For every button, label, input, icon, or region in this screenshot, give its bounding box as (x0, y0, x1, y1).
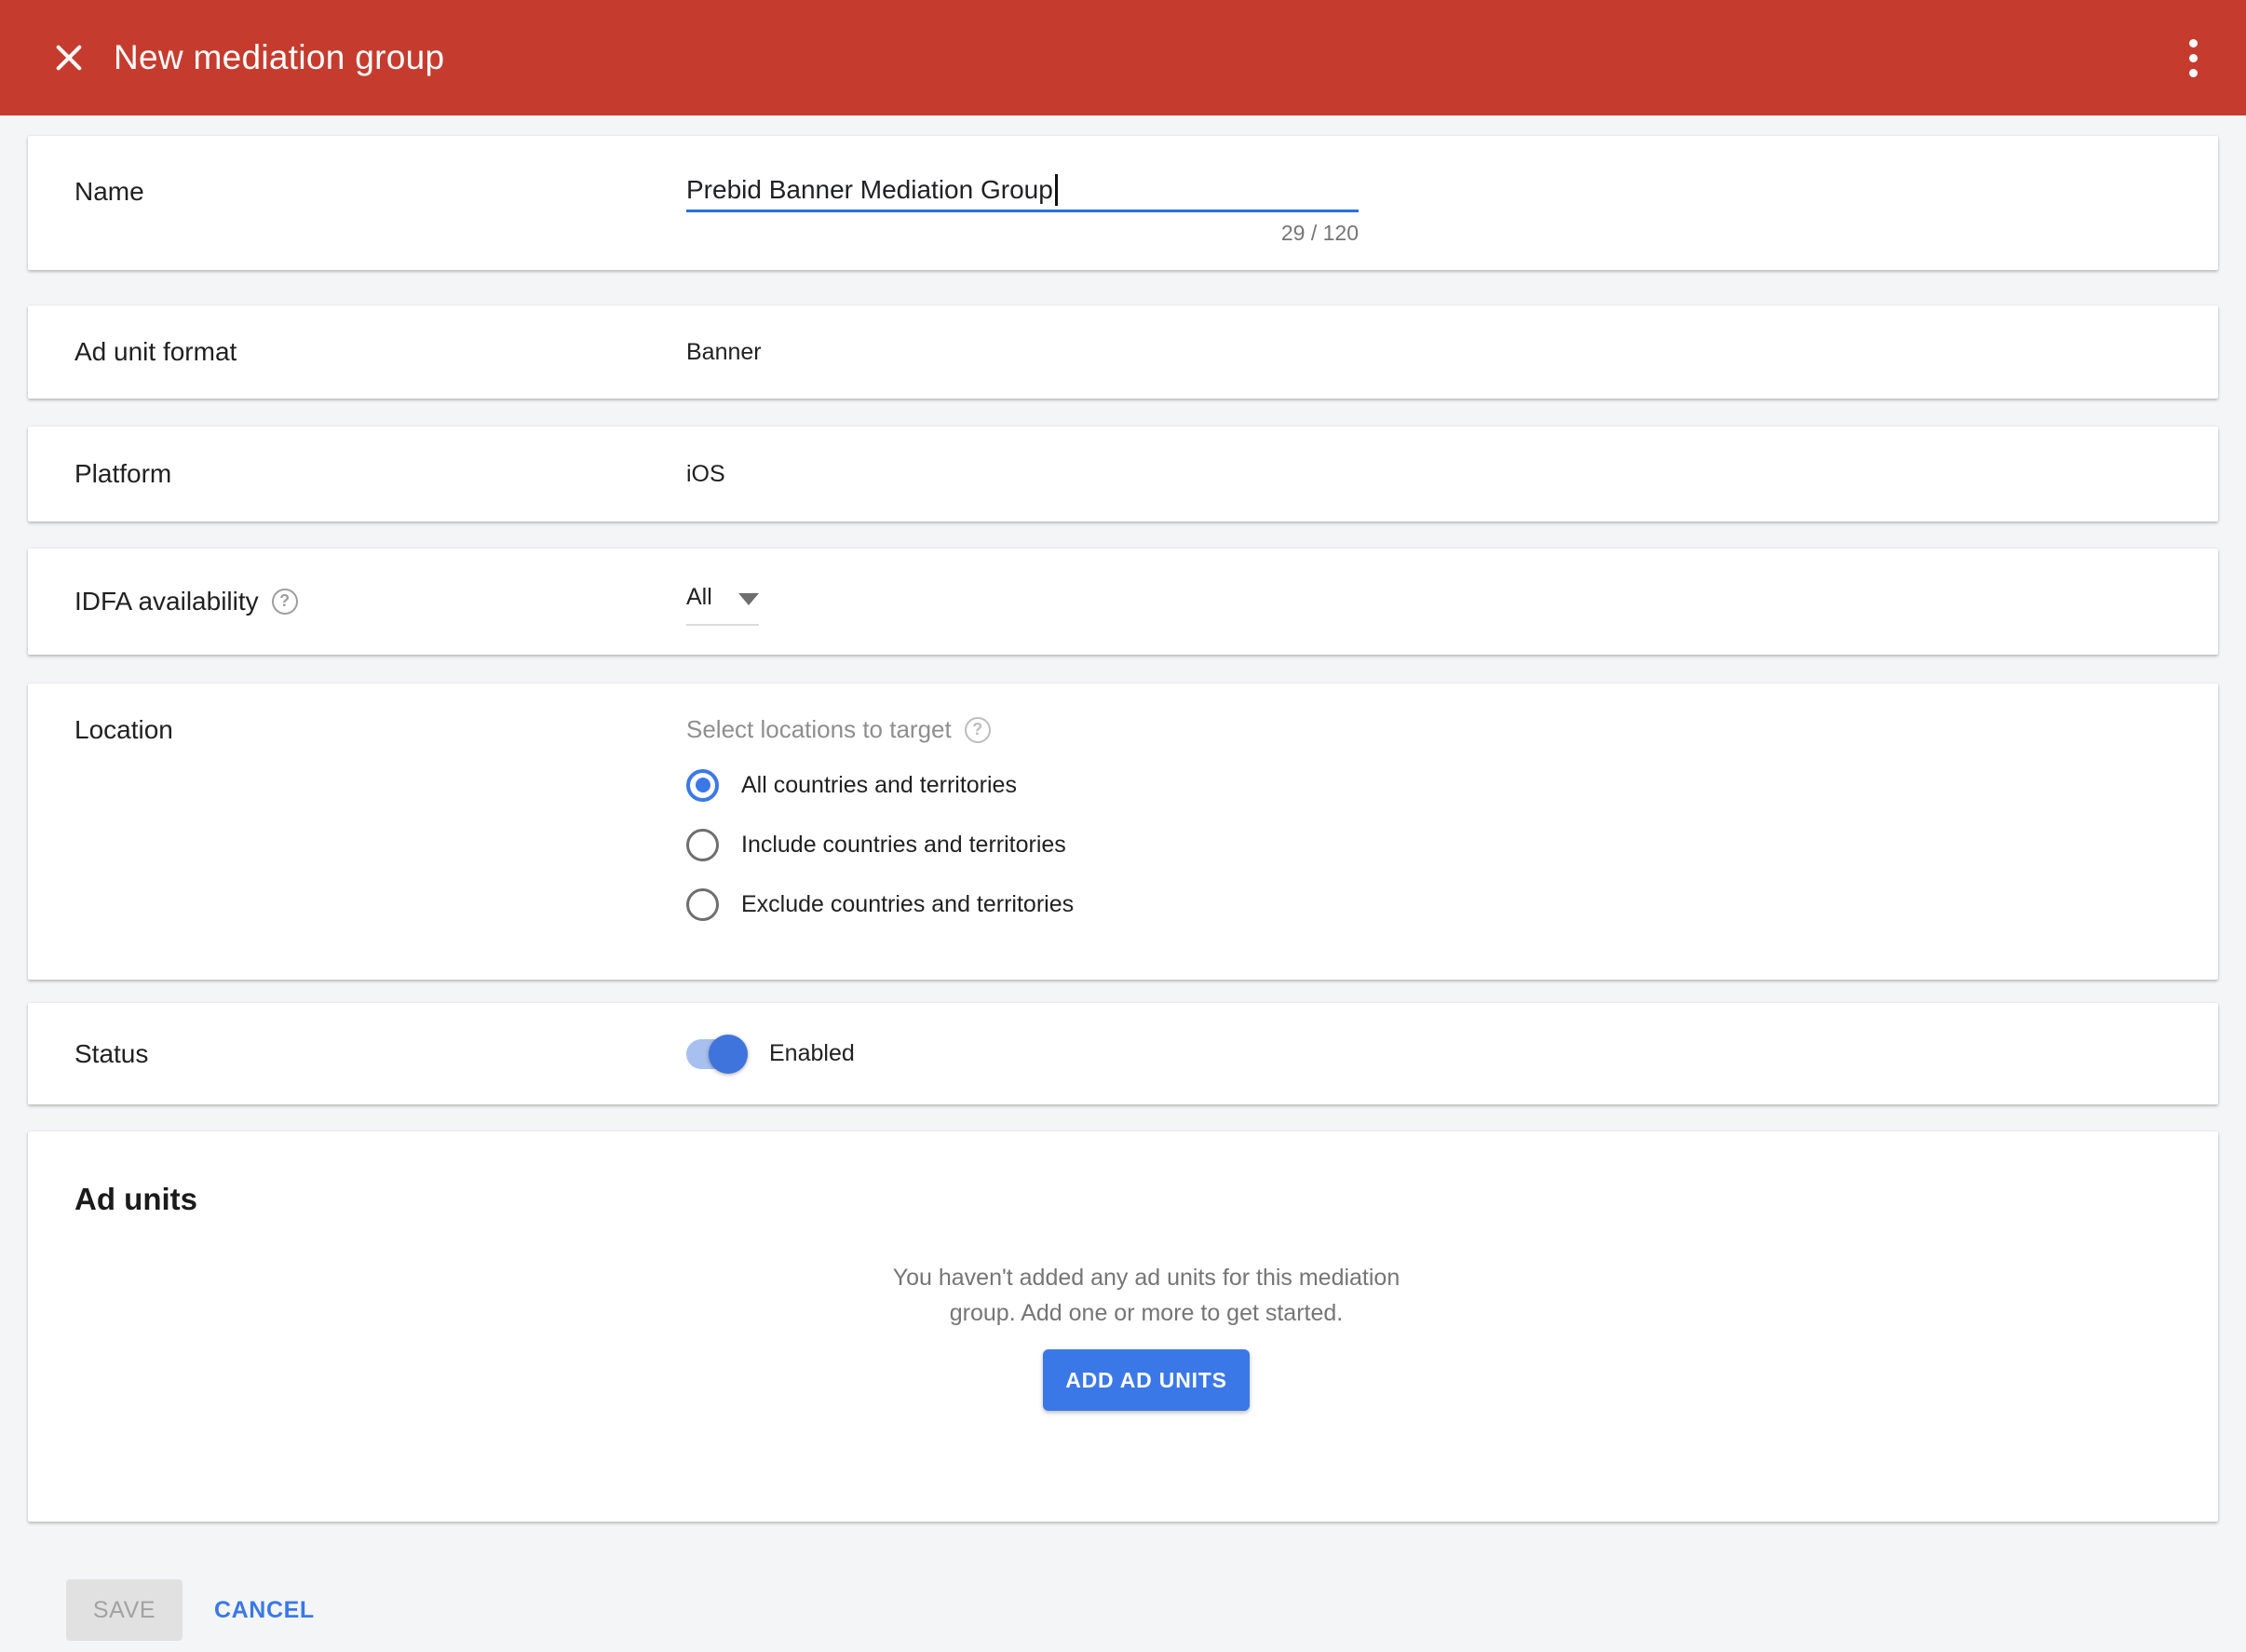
idfa-dropdown-value: All (686, 584, 712, 611)
location-prompt-text: Select locations to target (686, 715, 952, 744)
footer-actions: SAVE CANCEL (66, 1579, 2218, 1641)
status-toggle[interactable] (686, 1039, 745, 1069)
radio-label: Exclude countries and territories (741, 891, 1074, 918)
location-card: Location Select locations to target ? Al… (28, 684, 2218, 980)
radio-icon (686, 829, 719, 861)
radio-include-countries[interactable]: Include countries and territories (686, 828, 1074, 861)
name-card: Name Prebid Banner Mediation Group 29 / … (28, 136, 2218, 270)
save-button[interactable]: SAVE (66, 1579, 183, 1641)
location-radio-group: All countries and territories Include co… (686, 768, 1074, 921)
radio-exclude-countries[interactable]: Exclude countries and territories (686, 887, 1074, 921)
radio-icon (686, 769, 719, 802)
help-icon[interactable]: ? (965, 717, 991, 743)
idfa-label: IDFA availability ? (74, 587, 686, 616)
app-bar: New mediation group (0, 0, 2246, 115)
ad-units-card: Ad units You haven't added any ad units … (28, 1131, 2218, 1522)
location-options-col: Select locations to target ? All countri… (686, 715, 1074, 980)
status-value: Enabled (769, 1040, 855, 1067)
close-icon[interactable] (48, 37, 89, 78)
ad-units-empty-state: You haven't added any ad units for this … (74, 1260, 2218, 1411)
name-label: Name (74, 177, 686, 207)
idfa-dropdown[interactable]: All (686, 578, 759, 626)
dropdown-underline (686, 624, 759, 626)
name-input[interactable]: Prebid Banner Mediation Group (686, 169, 1359, 212)
empty-state-line: group. Add one or more to get started. (74, 1295, 2218, 1331)
ad-unit-format-value: Banner (686, 339, 762, 366)
radio-label: All countries and territories (741, 772, 1017, 799)
idfa-label-text: IDFA availability (74, 587, 259, 616)
status-value-col: Enabled (686, 1039, 855, 1069)
platform-value: iOS (686, 461, 725, 488)
ad-unit-format-card: Ad unit format Banner (28, 305, 2218, 399)
chevron-down-icon (738, 593, 759, 605)
location-prompt: Select locations to target ? (686, 715, 1074, 744)
platform-label: Platform (74, 459, 686, 489)
char-counter: 29 / 120 (686, 221, 1359, 246)
page-title: New mediation group (114, 38, 444, 77)
add-ad-units-button[interactable]: ADD AD UNITS (1043, 1349, 1250, 1411)
status-label-col: Status (74, 1039, 686, 1069)
radio-all-countries[interactable]: All countries and territories (686, 768, 1074, 802)
location-label: Location (74, 715, 686, 745)
status-card: Status Enabled (28, 1003, 2218, 1104)
toggle-thumb (709, 1035, 748, 1074)
name-label-col: Name (74, 169, 686, 270)
form-content: Name Prebid Banner Mediation Group 29 / … (0, 115, 2246, 1641)
radio-icon (686, 888, 719, 921)
platform-card: Platform iOS (28, 427, 2218, 521)
name-input-value: Prebid Banner Mediation Group (686, 175, 1053, 205)
platform-label-col: Platform (74, 459, 686, 489)
cancel-button[interactable]: CANCEL (214, 1597, 315, 1624)
location-label-col: Location (74, 715, 686, 980)
idfa-label-col: IDFA availability ? (74, 587, 686, 616)
ad-units-title: Ad units (74, 1182, 2218, 1217)
text-caret (1055, 174, 1058, 206)
overflow-menu-icon[interactable] (2182, 32, 2205, 85)
name-input-wrap: Prebid Banner Mediation Group 29 / 120 (686, 169, 1359, 270)
radio-label: Include countries and territories (741, 832, 1066, 859)
status-label: Status (74, 1039, 686, 1069)
empty-state-line: You haven't added any ad units for this … (74, 1260, 2218, 1295)
help-icon[interactable]: ? (272, 589, 298, 615)
format-label-col: Ad unit format (74, 337, 686, 367)
idfa-card: IDFA availability ? All (28, 548, 2218, 655)
ad-unit-format-label: Ad unit format (74, 337, 686, 367)
